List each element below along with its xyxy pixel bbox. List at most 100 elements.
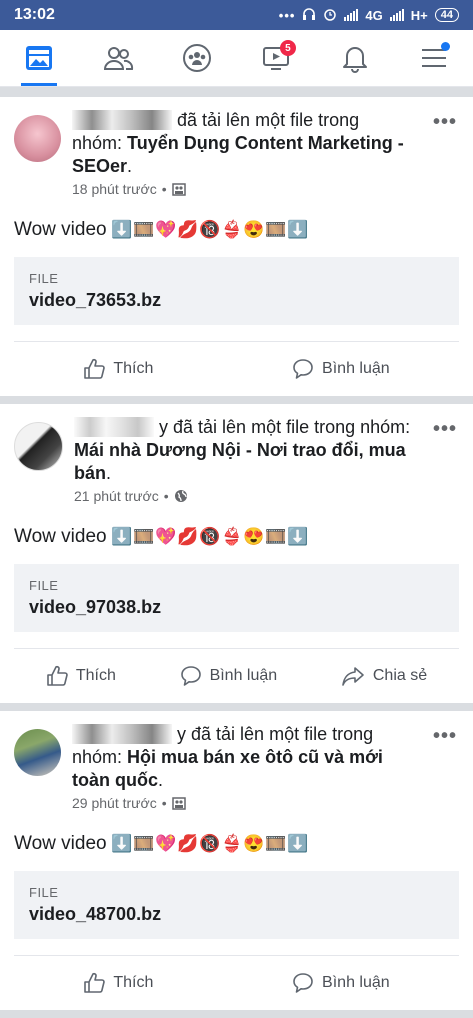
author-name-redacted[interactable] bbox=[72, 110, 172, 130]
signal-icon bbox=[344, 9, 359, 21]
group-link[interactable]: Tuyển Dụng Content Marketing - SEOer bbox=[72, 133, 404, 176]
news-feed: đã tải lên một file trong nhóm: Tuyển Dụ… bbox=[0, 97, 473, 1018]
post-action-text: y đã tải lên một file trong nhóm: bbox=[159, 417, 411, 437]
menu-notification-dot bbox=[440, 42, 450, 51]
nav-news-feed[interactable] bbox=[15, 34, 63, 86]
file-attachment[interactable]: FILE video_48700.bz bbox=[14, 871, 459, 939]
comment-button[interactable]: Bình luận bbox=[180, 665, 278, 687]
comment-button[interactable]: Bình luận bbox=[292, 358, 390, 380]
top-navigation: 5 bbox=[0, 30, 473, 87]
emoji-row: ⬇️ 🎞️ 💖 💋 🔞 👙 😍 🎞️ ⬇️ bbox=[111, 220, 309, 240]
file-label: FILE bbox=[29, 271, 59, 286]
emoji: 👙 bbox=[221, 527, 243, 546]
share-label: Chia sẻ bbox=[372, 667, 428, 684]
emoji: 👙 bbox=[221, 220, 243, 239]
post-text: Wow video ⬇️ 🎞️ 💖 💋 🔞 👙 😍 🎞️ ⬇️ bbox=[0, 219, 473, 241]
like-label: Thích bbox=[113, 360, 154, 377]
like-icon bbox=[47, 665, 68, 686]
comment-icon bbox=[293, 359, 313, 379]
group-link[interactable]: Mái nhà Dương Nội - Nơi trao đổi, mua bá… bbox=[74, 440, 406, 483]
share-icon bbox=[342, 667, 364, 686]
file-attachment[interactable]: FILE video_73653.bz bbox=[14, 257, 459, 325]
emoji-row: ⬇️ 🎞️ 💖 💋 🔞 👙 😍 🎞️ ⬇️ bbox=[111, 834, 309, 854]
like-button[interactable]: Thích bbox=[46, 665, 116, 687]
post-timestamp: 21 phút trước • bbox=[74, 488, 459, 504]
network-type-2: H+ bbox=[410, 7, 428, 23]
timestamp-text[interactable]: 18 phút trước bbox=[72, 181, 157, 197]
nav-notifications[interactable] bbox=[331, 34, 379, 82]
more-notifications-icon: ••• bbox=[278, 7, 296, 23]
file-attachment[interactable]: FILE video_97038.bz bbox=[14, 564, 459, 632]
network-type: 4G bbox=[365, 7, 383, 23]
post-header: y đã tải lên một file trong nhóm: Hội mu… bbox=[72, 724, 383, 790]
active-tab-indicator bbox=[21, 83, 58, 86]
emoji: 🎞️ bbox=[265, 834, 287, 853]
author-name-redacted[interactable] bbox=[74, 417, 154, 437]
comment-label: Bình luận bbox=[322, 360, 390, 377]
emoji: 💋 bbox=[177, 527, 199, 546]
nav-menu[interactable] bbox=[410, 34, 458, 82]
emoji: 😍 bbox=[243, 834, 265, 853]
post-text: Wow video ⬇️ 🎞️ 💖 💋 🔞 👙 😍 🎞️ ⬇️ bbox=[0, 526, 473, 548]
author-name-redacted[interactable] bbox=[72, 724, 172, 744]
like-button[interactable]: Thích bbox=[83, 972, 153, 994]
avatar[interactable] bbox=[14, 729, 61, 776]
emoji: 😍 bbox=[243, 527, 265, 546]
post-timestamp: 29 phút trước • bbox=[72, 795, 459, 811]
alarm-icon bbox=[323, 7, 337, 24]
post-message: Wow video bbox=[14, 526, 107, 547]
post-actions: Thích Bình luận bbox=[14, 341, 459, 396]
watch-badge: 5 bbox=[279, 40, 296, 56]
emoji: ⬇️ bbox=[111, 834, 133, 853]
status-bar: 13:02 ••• 4G H+ 44 bbox=[0, 0, 473, 30]
like-label: Thích bbox=[113, 974, 154, 991]
friends-icon bbox=[104, 47, 134, 70]
emoji: 💖 bbox=[155, 834, 177, 853]
news-feed-icon bbox=[26, 46, 53, 70]
nav-groups[interactable] bbox=[173, 34, 221, 82]
post-timestamp: 18 phút trước • bbox=[72, 181, 459, 197]
file-name: video_97038.bz bbox=[29, 597, 162, 617]
post-card: y đã tải lên một file trong nhóm: Mái nh… bbox=[0, 404, 473, 703]
timestamp-text[interactable]: 21 phút trước bbox=[74, 488, 159, 504]
emoji: 💋 bbox=[177, 834, 199, 853]
notifications-icon bbox=[342, 47, 367, 73]
post-card: y đã tải lên một file trong nhóm: Hội mu… bbox=[0, 711, 473, 1010]
emoji: 🔞 bbox=[199, 834, 221, 853]
emoji: 💖 bbox=[155, 220, 177, 239]
nav-watch[interactable]: 5 bbox=[252, 34, 300, 82]
post-card: đã tải lên một file trong nhóm: Tuyển Dụ… bbox=[0, 97, 473, 396]
comment-label: Bình luận bbox=[322, 974, 390, 991]
post-text: Wow video ⬇️ 🎞️ 💖 💋 🔞 👙 😍 🎞️ ⬇️ bbox=[0, 833, 473, 855]
file-label: FILE bbox=[29, 885, 59, 900]
more-options-icon[interactable]: ••• bbox=[433, 725, 457, 748]
emoji: ⬇️ bbox=[287, 834, 309, 853]
file-label: FILE bbox=[29, 578, 59, 593]
groups-icon bbox=[183, 44, 212, 72]
emoji: 🎞️ bbox=[133, 834, 155, 853]
timestamp-text[interactable]: 29 phút trước bbox=[72, 795, 157, 811]
like-icon bbox=[84, 972, 106, 993]
emoji: 😍 bbox=[243, 220, 265, 239]
post-header: y đã tải lên một file trong nhóm: Mái nh… bbox=[74, 417, 411, 483]
more-options-icon[interactable]: ••• bbox=[433, 111, 457, 134]
share-button[interactable]: Chia sẻ bbox=[341, 665, 427, 687]
emoji: ⬇️ bbox=[111, 527, 133, 546]
group-privacy-icon bbox=[171, 182, 186, 196]
avatar[interactable] bbox=[14, 422, 63, 471]
like-button[interactable]: Thích bbox=[83, 358, 153, 380]
avatar[interactable] bbox=[14, 115, 61, 162]
comment-icon bbox=[293, 973, 313, 993]
file-name: video_48700.bz bbox=[29, 904, 162, 924]
more-options-icon[interactable]: ••• bbox=[433, 418, 457, 441]
comment-label: Bình luận bbox=[209, 667, 278, 684]
like-label: Thích bbox=[75, 667, 116, 684]
group-privacy-icon bbox=[171, 796, 186, 810]
nav-friends[interactable] bbox=[94, 34, 142, 82]
post-message: Wow video bbox=[14, 219, 107, 240]
globe-icon bbox=[174, 490, 187, 502]
comment-button[interactable]: Bình luận bbox=[292, 972, 390, 994]
emoji: 💋 bbox=[177, 220, 199, 239]
post-actions: Thích Bình luận Chia sẻ bbox=[14, 648, 459, 703]
file-name: video_73653.bz bbox=[29, 290, 162, 310]
